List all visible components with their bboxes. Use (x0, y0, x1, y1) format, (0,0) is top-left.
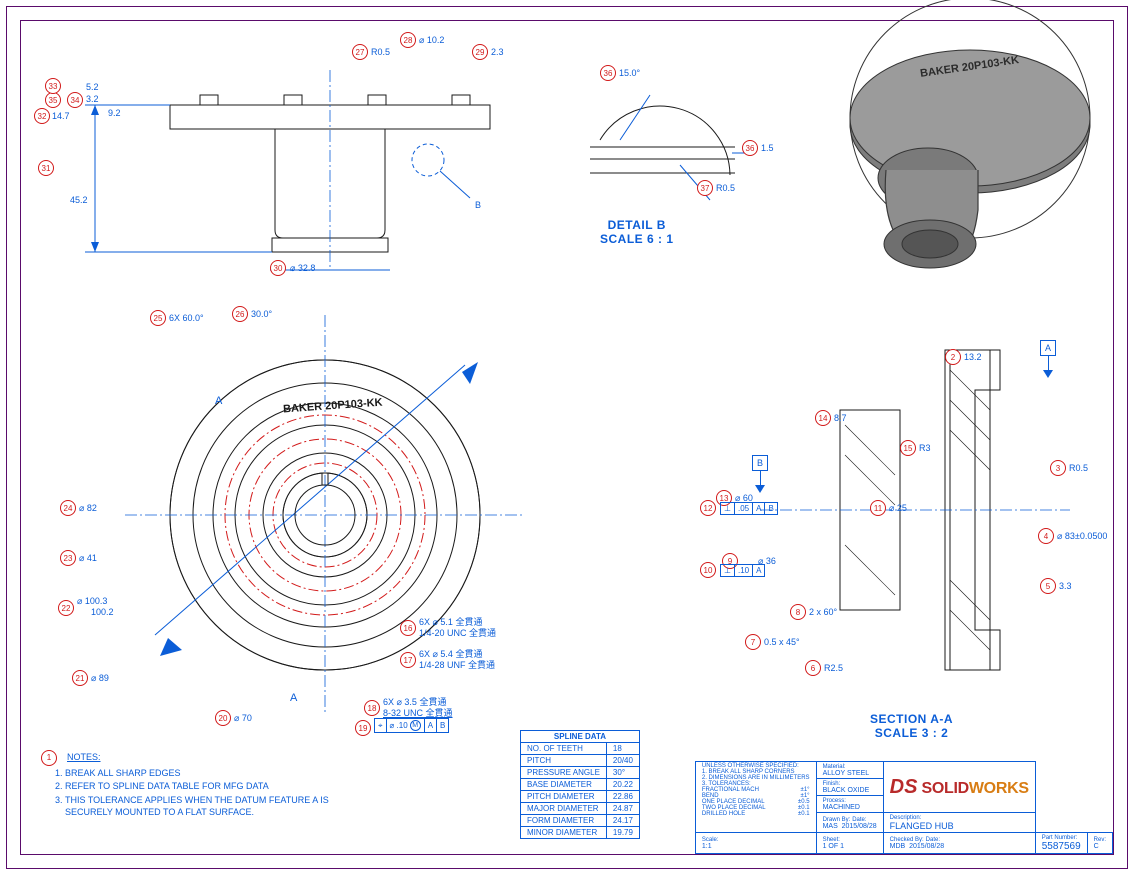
note-3: THIS TOLERANCE APPLIES WHEN THE DATUM FE… (65, 795, 375, 818)
balloon-6: 6 (805, 660, 821, 676)
balloon-18: 18 (364, 700, 380, 716)
section-a-bot: A (290, 692, 297, 704)
balloon-37: 37 (697, 180, 713, 196)
dim-34: 5.2 (86, 82, 99, 92)
balloon-21: 21 (72, 670, 88, 686)
spline-title: SPLINE DATA (521, 731, 640, 743)
fcf-12: 12 ⊥.05AB (700, 500, 778, 516)
dim-32: 14.7 (52, 111, 70, 121)
view-detail-b (560, 55, 770, 225)
view-side (40, 40, 540, 270)
balloon-30: 30 (270, 260, 286, 276)
balloon-26: 26 (232, 306, 248, 322)
balloon-31: 31 (38, 160, 54, 176)
dim-s7: 0.5 x 45° (764, 637, 800, 647)
dim-s11: ⌀ 25 (889, 503, 907, 514)
balloon-27: 27 (352, 44, 368, 60)
section-title: SECTION A-A SCALE 3 : 2 (870, 712, 953, 740)
datum-a: A (1040, 340, 1056, 378)
dim-25: 6X 60.0° (169, 313, 204, 323)
dim-s14: 8.7 (834, 413, 847, 423)
balloon-3: 3 (1050, 460, 1066, 476)
dim-24: ⌀ 82 (79, 503, 97, 514)
dim-29: 2.3 (491, 47, 504, 57)
dim-s8: 2 x 60° (809, 607, 837, 617)
fcf-sym-icon: ⌖ (375, 719, 387, 732)
dim-s3: R0.5 (1069, 463, 1088, 473)
ds-logo-icon: DS (890, 776, 918, 799)
note-2: REFER TO SPLINE DATA TABLE FOR MFG DATA (65, 781, 375, 793)
balloon-5: 5 (1040, 578, 1056, 594)
dim-22b: 100.2 (91, 607, 114, 617)
spline-table: SPLINE DATA NO. OF TEETH18 PITCH20/40 PR… (520, 730, 640, 839)
balloon-34: 34 (67, 92, 83, 108)
fcf-19: ⌖ ⌀ .10M A B (374, 718, 449, 733)
dim-17b: 1/4-28 UNF 全貫通 (419, 658, 495, 671)
balloon-17: 17 (400, 652, 416, 668)
balloon-20: 20 (215, 710, 231, 726)
section-a-top: A (215, 395, 222, 407)
balloon-14: 14 (815, 410, 831, 426)
perp-icon: ⊥ (721, 565, 735, 576)
balloon-8: 8 (790, 604, 806, 620)
dim-23: ⌀ 41 (79, 553, 97, 564)
view-iso: BAKER 20P103-KK (810, 30, 1110, 290)
dim-26: 30.0° (251, 309, 272, 319)
dim-16b: 1/4-20 UNC 全貫通 (419, 626, 496, 639)
note-1: BREAK ALL SHARP EDGES (65, 768, 375, 780)
dim-35: 3.2 (86, 94, 99, 104)
detail-callout-b: B (475, 200, 481, 210)
title-block: UNLESS OTHERWISE SPECIFIED: 1. BREAK ALL… (695, 761, 1113, 854)
solidworks-logo: DS SOLIDWORKS (890, 776, 1029, 799)
balloon-36b: 36 (742, 140, 758, 156)
dim-30: ⌀ 32.8 (290, 263, 315, 274)
balloon-33: 33 (45, 78, 61, 94)
balloon-22: 22 (58, 600, 74, 616)
notes-block: 1 NOTES: BREAK ALL SHARP EDGES REFER TO … (45, 752, 375, 820)
datum-b: B (752, 455, 768, 493)
dim-s6: R2.5 (824, 663, 843, 673)
perp-icon: ⊥ (721, 503, 735, 514)
balloon-23: 23 (60, 550, 76, 566)
dim-s5: 3.3 (1059, 581, 1072, 591)
balloon-25: 25 (150, 310, 166, 326)
balloon-24: 24 (60, 500, 76, 516)
dim-det-37: R0.5 (716, 183, 735, 193)
dim-22a: ⌀ 100.3 (77, 596, 107, 607)
fcf-10: 10 ⊥.10A (700, 562, 765, 578)
balloon-29: 29 (472, 44, 488, 60)
balloon-32: 32 (34, 108, 50, 124)
balloon-35: 35 (45, 92, 61, 108)
dim-31: 45.2 (70, 195, 88, 205)
dim-s4: ⌀ 83±0.0500 (1057, 531, 1107, 542)
balloon-15: 15 (900, 440, 916, 456)
dim-27: R0.5 (371, 47, 390, 57)
dim-28: ⌀ 10.2 (419, 35, 444, 46)
balloon-16: 16 (400, 620, 416, 636)
balloon-28: 28 (400, 32, 416, 48)
balloon-7: 7 (745, 634, 761, 650)
dim-det-36a: 15.0° (619, 68, 640, 78)
detail-b-title: DETAIL B SCALE 6 : 1 (600, 218, 674, 246)
balloon-19: 19 (355, 720, 371, 736)
dim-s2: 13.2 (964, 352, 982, 362)
modifier-m-icon: M (410, 720, 421, 731)
balloon-11: 11 (870, 500, 886, 516)
balloon-4: 4 (1038, 528, 1054, 544)
balloon-36a: 36 (600, 65, 616, 81)
balloon-1: 1 (41, 750, 57, 766)
dim-33: 9.2 (108, 108, 121, 118)
dim-det-36b: 1.5 (761, 143, 774, 153)
dim-20: ⌀ 70 (234, 713, 252, 724)
dim-21: ⌀ 89 (91, 673, 109, 684)
notes-title: NOTES: (67, 752, 101, 762)
balloon-2: 2 (945, 349, 961, 365)
dim-s15: R3 (919, 443, 931, 453)
